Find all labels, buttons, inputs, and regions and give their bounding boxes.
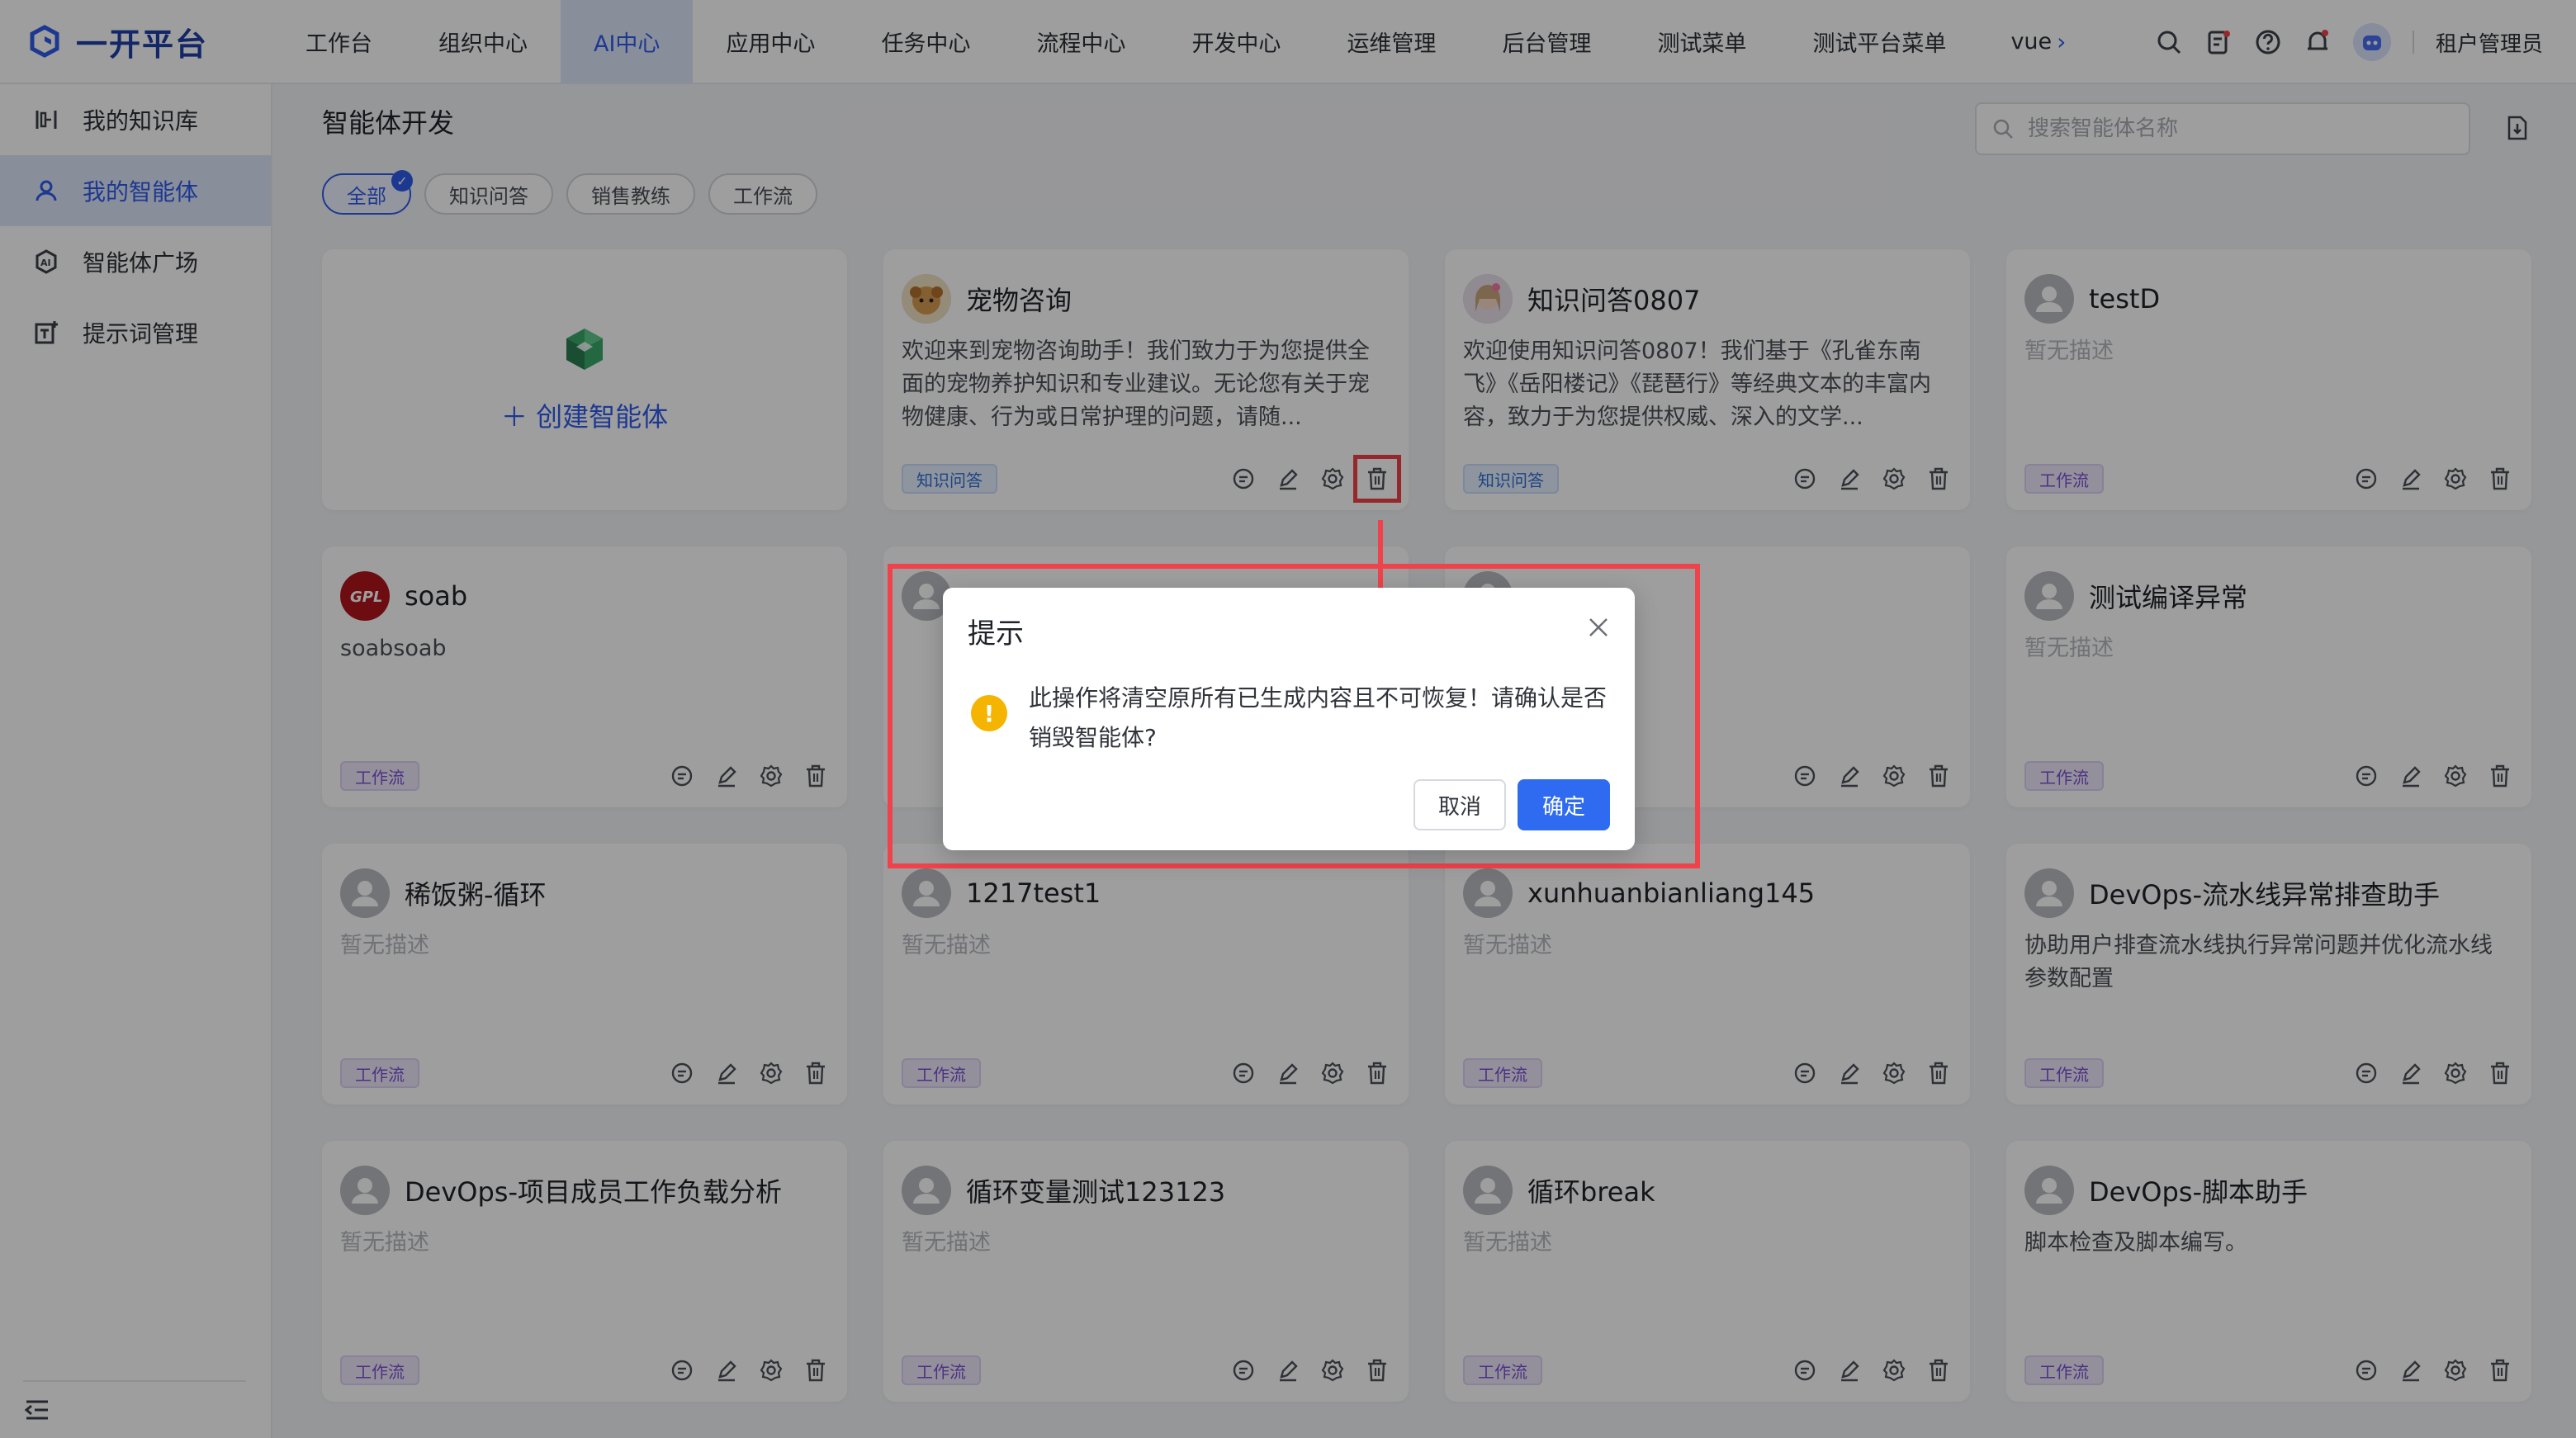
confirm-dialog: 提示 ! 此操作将清空原所有已生成内容且不可恢复！请确认是否销毁智能体? 取消 …: [943, 588, 1635, 850]
dialog-title: 提示: [968, 617, 1024, 650]
close-icon[interactable]: [1587, 616, 1610, 639]
warning-icon: !: [971, 695, 1007, 731]
cancel-button[interactable]: 取消: [1413, 779, 1506, 830]
dialog-message: 此操作将清空原所有已生成内容且不可恢复！请确认是否销毁智能体?: [1029, 684, 1608, 751]
confirm-button[interactable]: 确定: [1517, 779, 1610, 830]
dialog-buttons: 取消 确定: [1413, 779, 1610, 830]
